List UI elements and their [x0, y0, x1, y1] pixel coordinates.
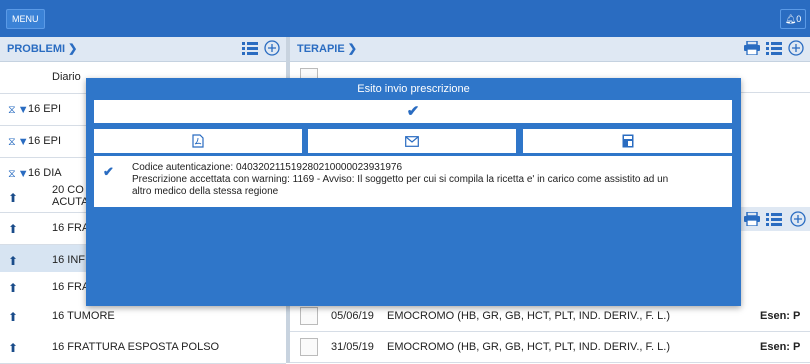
add-icon[interactable]: [790, 211, 806, 227]
print-icon[interactable]: [744, 212, 760, 226]
notification-count: 0: [796, 14, 802, 24]
problemi-title[interactable]: PROBLEMI ❯: [7, 42, 77, 55]
envelope-icon: [405, 135, 419, 147]
filter-icon: ▼: [17, 136, 29, 148]
dialog-title: Esito invio prescrizione: [357, 83, 470, 95]
row-checkbox[interactable]: [300, 338, 318, 356]
problemi-header: PROBLEMI ❯: [0, 37, 286, 62]
receipt-icon: [622, 134, 633, 148]
house-icon: ⬆: [8, 191, 19, 205]
filter-icon: ▼: [17, 104, 29, 116]
email-button[interactable]: [308, 129, 516, 153]
pdf-button[interactable]: [94, 129, 302, 153]
hourglass-icon: ⧖: [8, 135, 16, 148]
top-bar: MENU 🔔︎0: [0, 0, 810, 37]
pdf-icon: [192, 134, 204, 148]
print-receipt-button[interactable]: [523, 129, 732, 153]
therapy-row[interactable]: 31/05/19 EMOCROMO (HB, GR, GB, HCT, PLT,…: [290, 332, 810, 363]
terapie-header: TERAPIE ❯: [290, 37, 810, 62]
problem-row[interactable]: ⬆ 16 FRATTURA ESPOSTA POLSO: [0, 332, 286, 364]
auth-code-text: Codice autenticazione: 04032021151928021…: [132, 162, 403, 173]
warning-text-line2: altro medico della stessa regione: [132, 186, 279, 197]
row-checkbox[interactable]: [300, 307, 318, 325]
list-icon[interactable]: [242, 41, 258, 55]
print-icon[interactable]: [744, 41, 760, 55]
hourglass-icon: ⧖: [8, 103, 16, 116]
house-icon: ⬆: [8, 222, 19, 236]
notifications-button[interactable]: 🔔︎0: [780, 9, 806, 29]
list-icon[interactable]: [766, 41, 782, 55]
add-icon[interactable]: [264, 40, 280, 56]
warning-text-line1: Prescrizione accettata con warning: 1169…: [132, 174, 669, 185]
menu-button[interactable]: MENU: [6, 9, 45, 29]
house-icon: ⬆: [8, 310, 19, 324]
result-message: ✔ Codice autenticazione: 040320211519280…: [94, 156, 732, 207]
house-icon: ⬆: [8, 281, 19, 295]
chevron-right-icon: ❯: [347, 43, 357, 55]
hourglass-icon: ⧖: [8, 167, 16, 180]
filter-icon: ▼: [17, 168, 29, 180]
checkmark-icon: ✔: [406, 103, 420, 120]
terapie-title[interactable]: TERAPIE ❯: [297, 42, 357, 55]
prescription-result-dialog: Esito invio prescrizione ✔ ✔ Codice aute…: [86, 78, 741, 306]
chevron-right-icon: ❯: [68, 43, 78, 55]
bell-icon: 🔔︎: [784, 14, 797, 24]
checkmark-icon: ✔: [103, 164, 114, 179]
list-icon[interactable]: [766, 212, 782, 226]
terapie-subtoolbar: [734, 207, 810, 231]
confirm-button[interactable]: ✔: [94, 100, 732, 123]
house-icon: ⬆: [8, 254, 19, 268]
add-icon[interactable]: [788, 40, 804, 56]
house-icon: ⬆: [8, 341, 19, 355]
